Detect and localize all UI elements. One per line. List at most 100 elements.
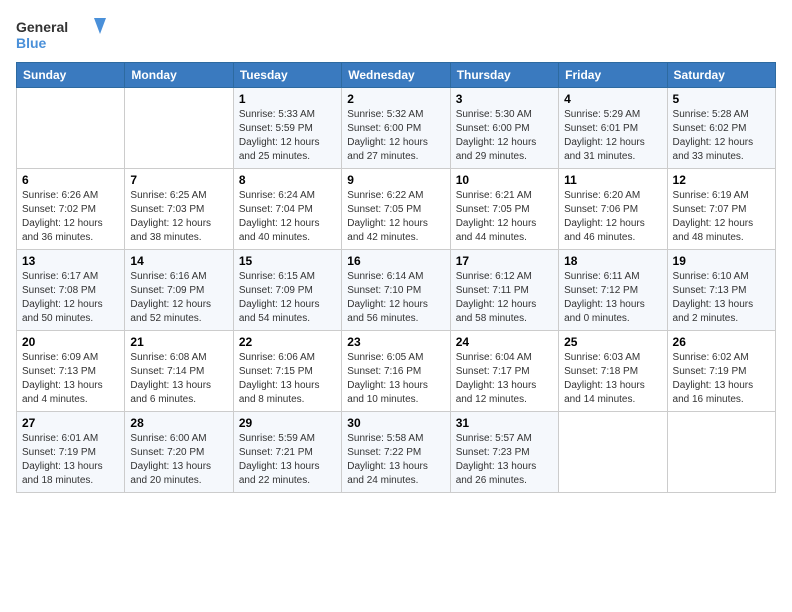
sunset-text: Sunset: 7:04 PM	[239, 204, 313, 215]
day-number: 9	[347, 173, 444, 187]
calendar-table: SundayMondayTuesdayWednesdayThursdayFrid…	[16, 62, 776, 493]
daylight-text: Daylight: 12 hours and 44 minutes.	[456, 218, 537, 243]
column-header-sunday: Sunday	[17, 63, 125, 88]
sunrise-text: Sunrise: 6:11 AM	[564, 271, 639, 282]
day-info: Sunrise: 6:12 AM Sunset: 7:11 PM Dayligh…	[456, 270, 553, 326]
day-info: Sunrise: 5:28 AM Sunset: 6:02 PM Dayligh…	[673, 108, 770, 164]
sunrise-text: Sunrise: 5:57 AM	[456, 433, 532, 444]
sunset-text: Sunset: 7:18 PM	[564, 366, 638, 377]
sunset-text: Sunset: 7:09 PM	[130, 285, 204, 296]
logo: General Blue	[16, 16, 106, 54]
daylight-text: Daylight: 12 hours and 29 minutes.	[456, 137, 537, 162]
daylight-text: Daylight: 13 hours and 6 minutes.	[130, 380, 211, 405]
day-number: 12	[673, 173, 770, 187]
sunrise-text: Sunrise: 5:32 AM	[347, 109, 423, 120]
calendar-cell: 14 Sunrise: 6:16 AM Sunset: 7:09 PM Dayl…	[125, 250, 233, 331]
sunset-text: Sunset: 7:13 PM	[673, 285, 747, 296]
daylight-text: Daylight: 12 hours and 56 minutes.	[347, 299, 428, 324]
sunrise-text: Sunrise: 6:24 AM	[239, 190, 315, 201]
calendar-cell: 11 Sunrise: 6:20 AM Sunset: 7:06 PM Dayl…	[559, 169, 667, 250]
column-header-thursday: Thursday	[450, 63, 558, 88]
calendar-cell: 25 Sunrise: 6:03 AM Sunset: 7:18 PM Dayl…	[559, 331, 667, 412]
sunrise-text: Sunrise: 5:33 AM	[239, 109, 315, 120]
calendar-cell	[125, 88, 233, 169]
sunset-text: Sunset: 7:10 PM	[347, 285, 421, 296]
sunrise-text: Sunrise: 6:15 AM	[239, 271, 315, 282]
calendar-cell: 24 Sunrise: 6:04 AM Sunset: 7:17 PM Dayl…	[450, 331, 558, 412]
sunrise-text: Sunrise: 6:14 AM	[347, 271, 423, 282]
column-header-saturday: Saturday	[667, 63, 775, 88]
calendar-cell: 28 Sunrise: 6:00 AM Sunset: 7:20 PM Dayl…	[125, 412, 233, 493]
day-info: Sunrise: 6:26 AM Sunset: 7:02 PM Dayligh…	[22, 189, 119, 245]
calendar-cell: 1 Sunrise: 5:33 AM Sunset: 5:59 PM Dayli…	[233, 88, 341, 169]
calendar-week-row: 1 Sunrise: 5:33 AM Sunset: 5:59 PM Dayli…	[17, 88, 776, 169]
column-header-monday: Monday	[125, 63, 233, 88]
calendar-cell: 29 Sunrise: 5:59 AM Sunset: 7:21 PM Dayl…	[233, 412, 341, 493]
day-info: Sunrise: 6:03 AM Sunset: 7:18 PM Dayligh…	[564, 351, 661, 407]
calendar-cell: 27 Sunrise: 6:01 AM Sunset: 7:19 PM Dayl…	[17, 412, 125, 493]
sunrise-text: Sunrise: 5:29 AM	[564, 109, 640, 120]
day-info: Sunrise: 6:06 AM Sunset: 7:15 PM Dayligh…	[239, 351, 336, 407]
sunset-text: Sunset: 7:15 PM	[239, 366, 313, 377]
calendar-week-row: 27 Sunrise: 6:01 AM Sunset: 7:19 PM Dayl…	[17, 412, 776, 493]
day-number: 14	[130, 254, 227, 268]
sunset-text: Sunset: 7:23 PM	[456, 447, 530, 458]
calendar-cell: 18 Sunrise: 6:11 AM Sunset: 7:12 PM Dayl…	[559, 250, 667, 331]
sunrise-text: Sunrise: 6:20 AM	[564, 190, 640, 201]
day-info: Sunrise: 6:22 AM Sunset: 7:05 PM Dayligh…	[347, 189, 444, 245]
daylight-text: Daylight: 12 hours and 38 minutes.	[130, 218, 211, 243]
calendar-cell	[559, 412, 667, 493]
sunset-text: Sunset: 7:05 PM	[347, 204, 421, 215]
calendar-cell: 17 Sunrise: 6:12 AM Sunset: 7:11 PM Dayl…	[450, 250, 558, 331]
daylight-text: Daylight: 13 hours and 8 minutes.	[239, 380, 320, 405]
sunset-text: Sunset: 5:59 PM	[239, 123, 313, 134]
sunrise-text: Sunrise: 6:05 AM	[347, 352, 423, 363]
daylight-text: Daylight: 13 hours and 14 minutes.	[564, 380, 645, 405]
sunrise-text: Sunrise: 6:00 AM	[130, 433, 206, 444]
calendar-cell: 3 Sunrise: 5:30 AM Sunset: 6:00 PM Dayli…	[450, 88, 558, 169]
sunset-text: Sunset: 7:21 PM	[239, 447, 313, 458]
day-info: Sunrise: 6:02 AM Sunset: 7:19 PM Dayligh…	[673, 351, 770, 407]
day-number: 24	[456, 335, 553, 349]
calendar-week-row: 20 Sunrise: 6:09 AM Sunset: 7:13 PM Dayl…	[17, 331, 776, 412]
sunset-text: Sunset: 7:08 PM	[22, 285, 96, 296]
day-number: 17	[456, 254, 553, 268]
sunset-text: Sunset: 7:13 PM	[22, 366, 96, 377]
day-number: 21	[130, 335, 227, 349]
day-number: 26	[673, 335, 770, 349]
daylight-text: Daylight: 12 hours and 54 minutes.	[239, 299, 320, 324]
day-info: Sunrise: 5:32 AM Sunset: 6:00 PM Dayligh…	[347, 108, 444, 164]
day-number: 11	[564, 173, 661, 187]
calendar-header-row: SundayMondayTuesdayWednesdayThursdayFrid…	[17, 63, 776, 88]
calendar-cell: 9 Sunrise: 6:22 AM Sunset: 7:05 PM Dayli…	[342, 169, 450, 250]
daylight-text: Daylight: 12 hours and 48 minutes.	[673, 218, 754, 243]
day-info: Sunrise: 6:21 AM Sunset: 7:05 PM Dayligh…	[456, 189, 553, 245]
sunrise-text: Sunrise: 6:12 AM	[456, 271, 532, 282]
calendar-cell: 8 Sunrise: 6:24 AM Sunset: 7:04 PM Dayli…	[233, 169, 341, 250]
calendar-week-row: 13 Sunrise: 6:17 AM Sunset: 7:08 PM Dayl…	[17, 250, 776, 331]
daylight-text: Daylight: 12 hours and 40 minutes.	[239, 218, 320, 243]
sunset-text: Sunset: 7:02 PM	[22, 204, 96, 215]
day-number: 5	[673, 92, 770, 106]
sunrise-text: Sunrise: 6:10 AM	[673, 271, 749, 282]
page-header: General Blue	[16, 16, 776, 54]
day-info: Sunrise: 6:09 AM Sunset: 7:13 PM Dayligh…	[22, 351, 119, 407]
calendar-cell: 12 Sunrise: 6:19 AM Sunset: 7:07 PM Dayl…	[667, 169, 775, 250]
daylight-text: Daylight: 12 hours and 31 minutes.	[564, 137, 645, 162]
day-info: Sunrise: 6:01 AM Sunset: 7:19 PM Dayligh…	[22, 432, 119, 488]
daylight-text: Daylight: 12 hours and 25 minutes.	[239, 137, 320, 162]
calendar-cell: 20 Sunrise: 6:09 AM Sunset: 7:13 PM Dayl…	[17, 331, 125, 412]
sunrise-text: Sunrise: 5:28 AM	[673, 109, 749, 120]
daylight-text: Daylight: 13 hours and 26 minutes.	[456, 461, 537, 486]
day-info: Sunrise: 5:57 AM Sunset: 7:23 PM Dayligh…	[456, 432, 553, 488]
day-number: 13	[22, 254, 119, 268]
sunrise-text: Sunrise: 6:06 AM	[239, 352, 315, 363]
daylight-text: Daylight: 12 hours and 42 minutes.	[347, 218, 428, 243]
day-number: 19	[673, 254, 770, 268]
day-info: Sunrise: 5:33 AM Sunset: 5:59 PM Dayligh…	[239, 108, 336, 164]
sunset-text: Sunset: 6:01 PM	[564, 123, 638, 134]
day-info: Sunrise: 6:17 AM Sunset: 7:08 PM Dayligh…	[22, 270, 119, 326]
daylight-text: Daylight: 13 hours and 24 minutes.	[347, 461, 428, 486]
day-number: 15	[239, 254, 336, 268]
day-info: Sunrise: 6:15 AM Sunset: 7:09 PM Dayligh…	[239, 270, 336, 326]
